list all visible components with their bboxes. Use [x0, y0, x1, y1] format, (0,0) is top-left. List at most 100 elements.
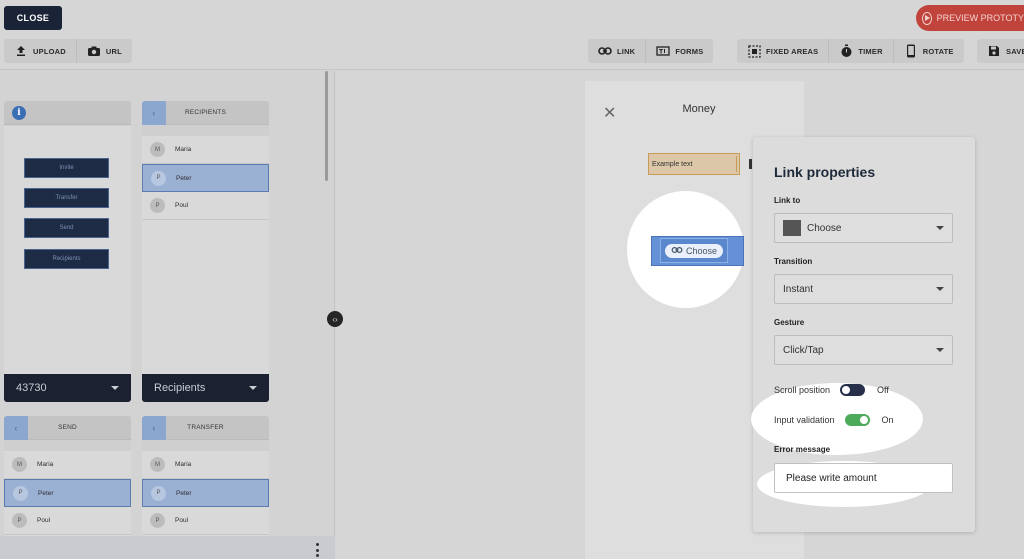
back-arrow-icon[interactable]: ‹: [4, 416, 28, 440]
choose-label: Choose: [685, 245, 718, 256]
contact-name: Maria: [175, 461, 192, 468]
more-options-icon[interactable]: [316, 543, 320, 557]
upload-button[interactable]: UPLOAD: [4, 39, 76, 63]
contact-name: Maria: [175, 146, 192, 153]
list-item[interactable]: P Peter: [142, 164, 269, 192]
forms-label: FORMS: [675, 46, 704, 56]
error-message-input[interactable]: Please write amount: [774, 463, 953, 493]
choose-link-area[interactable]: Choose: [660, 238, 728, 263]
input-validation-row: Input validation On: [774, 414, 894, 426]
close-icon[interactable]: ✕: [603, 103, 616, 123]
rotate-button[interactable]: ROTATE: [892, 39, 964, 63]
scroll-position-label: Scroll position: [774, 385, 831, 395]
preview-label: PREVIEW PROTOTYPE: [936, 13, 1024, 23]
card-header: ‹ RECIPIENTS: [142, 101, 269, 125]
avatar: P: [13, 485, 28, 501]
card-header: ‹ SEND: [4, 416, 131, 440]
card-title: TRANSFER: [187, 424, 224, 431]
forms-icon: T: [656, 44, 670, 58]
url-button[interactable]: URL: [75, 39, 132, 63]
phone-rotate-icon: [904, 44, 918, 58]
save-button[interactable]: SAVE: [977, 39, 1024, 63]
url-label: URL: [105, 46, 122, 56]
transition-value: Instant: [783, 283, 814, 295]
input-validation-toggle[interactable]: [844, 414, 870, 426]
choose-link-pill[interactable]: Choose: [664, 243, 724, 258]
contact-name: Peter: [38, 489, 54, 497]
panel-resize-handle-icon[interactable]: ‹›: [327, 311, 343, 327]
panel-bottom-bar: [0, 536, 335, 559]
panel-scrollbar[interactable]: [325, 71, 328, 181]
contact-name: Peter: [176, 174, 192, 182]
screen-card-recipients[interactable]: ‹ RECIPIENTS M Maria P Peter P Poul Recipie…: [142, 101, 269, 402]
timer-button[interactable]: TIMER: [828, 39, 892, 63]
list-item[interactable]: P Peter: [142, 479, 269, 507]
avatar: P: [151, 485, 166, 501]
toolbar: UPLOAD URL LINK T FORMS FIXED AREAS TIME…: [0, 36, 1024, 70]
screen-name-select[interactable]: 43730: [4, 374, 131, 402]
invite-screen-button[interactable]: Invite: [24, 158, 109, 178]
upload-icon: [14, 44, 28, 58]
back-arrow-icon[interactable]: ‹: [142, 416, 166, 440]
list-item[interactable]: M Maria: [142, 451, 269, 479]
link-to-select[interactable]: Choose: [774, 213, 953, 243]
card-title: RECIPIENTS: [184, 109, 226, 116]
scroll-position-toggle[interactable]: [840, 384, 866, 396]
screen-thumbnail-icon: [783, 220, 801, 236]
avatar: P: [151, 170, 166, 186]
chevron-down-icon: [936, 348, 944, 352]
fixed-areas-label: FIXED AREAS: [766, 46, 819, 56]
save-group: SAVE: [977, 39, 1024, 63]
link-icon: [671, 246, 683, 256]
link-to-label: Link to: [774, 196, 801, 205]
transfer-screen-button[interactable]: Transfer: [24, 188, 109, 208]
link-forms-group: LINK T FORMS: [588, 39, 714, 63]
input-validation-state: On: [881, 415, 894, 425]
screen-card-home[interactable]: i Invite Transfer Send Recipients 43730: [4, 101, 131, 402]
card-header: ‹ TRANSFER: [142, 416, 269, 440]
save-label: SAVE: [1006, 46, 1024, 56]
example-text-field[interactable]: Example text: [648, 153, 740, 175]
camera-icon: [87, 44, 101, 58]
list-item[interactable]: M Maria: [4, 451, 131, 479]
list-item[interactable]: P Poul: [142, 507, 269, 535]
card-body: M Maria P Peter P Poul: [142, 136, 269, 374]
fixed-areas-icon: [747, 44, 761, 58]
timer-icon: [839, 44, 853, 58]
list-item[interactable]: P Poul: [4, 507, 131, 535]
recipients-screen-button[interactable]: Recipients: [24, 249, 109, 269]
back-arrow-icon[interactable]: ‹: [142, 101, 166, 125]
screen-name-select[interactable]: Recipients: [142, 374, 269, 402]
link-icon: [598, 44, 612, 58]
gesture-select[interactable]: Click/Tap: [774, 335, 953, 365]
avatar: M: [150, 457, 165, 472]
avatar: M: [150, 142, 165, 157]
screen-name-label: Recipients: [154, 382, 206, 394]
close-button[interactable]: CLOSE: [4, 6, 62, 30]
tools-group: FIXED AREAS TIMER ROTATE: [737, 39, 964, 63]
upload-group: UPLOAD URL: [4, 39, 132, 63]
list-item[interactable]: M Maria: [142, 136, 269, 164]
info-icon[interactable]: i: [12, 106, 26, 120]
transition-select[interactable]: Instant: [774, 274, 953, 304]
forms-button[interactable]: T FORMS: [645, 39, 713, 63]
contact-name: Poul: [37, 517, 51, 524]
chevron-down-icon: [111, 386, 119, 390]
avatar: P: [150, 513, 165, 528]
selection-handle[interactable]: [749, 159, 752, 169]
scroll-position-state: Off: [877, 385, 889, 395]
fixed-areas-button[interactable]: FIXED AREAS: [737, 39, 828, 63]
contact-name: Maria: [37, 461, 54, 468]
list-item[interactable]: P Peter: [4, 479, 131, 507]
phone-title: Money: [682, 103, 716, 115]
gesture-value: Click/Tap: [783, 344, 824, 356]
link-button[interactable]: LINK: [588, 39, 645, 63]
avatar: P: [12, 513, 27, 528]
transition-label: Transition: [774, 257, 813, 266]
avatar: M: [12, 457, 27, 472]
list-item[interactable]: P Poul: [142, 192, 269, 220]
send-screen-button[interactable]: Send: [24, 218, 109, 238]
chevron-down-icon: [936, 226, 944, 230]
preview-prototype-button[interactable]: PREVIEW PROTOTYPE: [916, 5, 1024, 31]
gesture-label: Gesture: [774, 318, 805, 327]
